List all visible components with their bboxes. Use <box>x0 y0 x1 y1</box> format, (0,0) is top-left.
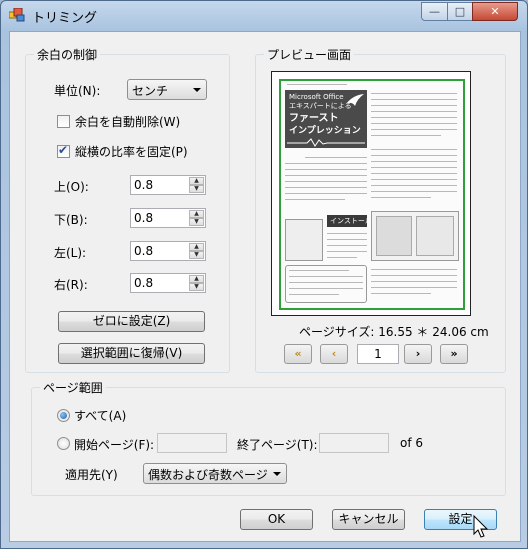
bird-logo-icon <box>346 94 364 106</box>
thumbnail-column-right-3 <box>371 267 459 303</box>
prev-page-button[interactable]: ‹ <box>320 344 348 364</box>
thumbnail-screenshot <box>371 211 459 261</box>
app-icon <box>8 7 25 22</box>
spin-down-icon[interactable]: ▼ <box>189 185 204 193</box>
last-page-button[interactable]: » <box>440 344 468 364</box>
all-pages-radio[interactable] <box>57 409 70 422</box>
thumbnail-section-title: インストール <box>330 217 372 225</box>
auto-remove-checkbox[interactable] <box>57 115 70 128</box>
page-number-input[interactable]: 1 <box>357 344 399 364</box>
end-page-label: 終了ページ(T): <box>237 438 318 452</box>
restore-selection-button[interactable]: 選択範囲に復帰(V) <box>58 343 205 364</box>
close-button[interactable]: ✕ <box>472 2 518 21</box>
unit-label: 単位(N): <box>54 84 101 98</box>
preview-group-title: プレビュー画面 <box>264 46 355 63</box>
mouse-cursor-icon <box>473 515 489 538</box>
thumbnail-header-line3: ファースト <box>289 113 339 124</box>
spin-down-icon[interactable]: ▼ <box>189 218 204 226</box>
chevron-down-icon <box>273 472 281 476</box>
next-page-button[interactable]: › <box>404 344 432 364</box>
right-margin-value: 0.8 <box>134 276 154 290</box>
spin-up-icon[interactable]: ▲ <box>189 210 204 218</box>
margin-group-title: 余白の制御 <box>34 46 101 63</box>
thumbnail-install-text <box>327 231 367 263</box>
thumbnail-figure-1 <box>285 219 323 261</box>
fix-aspect-checkbox[interactable] <box>57 143 70 158</box>
page-range-group-title: ページ範囲 <box>40 379 106 396</box>
spin-up-icon[interactable]: ▲ <box>189 275 204 283</box>
maximize-button[interactable]: □ <box>447 2 473 21</box>
thumbnail-column-right <box>371 91 459 143</box>
cancel-button[interactable]: キャンセル <box>332 509 405 530</box>
bottom-margin-value: 0.8 <box>134 211 154 225</box>
minimize-icon: — <box>429 5 440 18</box>
left-margin-stepper[interactable]: 0.8 ▲ ▼ <box>130 241 206 261</box>
double-chevron-right-icon: » <box>450 347 458 360</box>
right-margin-stepper[interactable]: 0.8 ▲ ▼ <box>130 273 206 293</box>
dialog-window: トリミング — □ ✕ 余白の制御 単位(N): センチ 余白を自動削除(W) … <box>0 0 528 549</box>
thumbnail-sidebar-box <box>285 265 367 303</box>
preview-canvas[interactable]: Microsoft Office エキスパートによる ファースト インプレッショ… <box>271 71 471 316</box>
left-margin-value: 0.8 <box>134 244 154 258</box>
page-size-label: ページサイズ: 16.55 ＊ 24.06 cm <box>299 325 489 339</box>
thumbnail-intro-text <box>285 155 367 215</box>
waveform-icon <box>287 138 365 147</box>
auto-remove-label[interactable]: 余白を自動削除(W) <box>75 113 180 130</box>
maximize-icon: □ <box>454 5 466 18</box>
right-margin-label: 右(R): <box>54 278 88 292</box>
first-page-button[interactable]: « <box>284 344 312 364</box>
thumbnail-header-line1: Microsoft Office <box>289 93 344 101</box>
left-margin-label: 左(L): <box>54 246 87 260</box>
apply-to-label: 適用先(Y) <box>65 468 118 482</box>
page-count-label: of 6 <box>400 436 424 450</box>
unit-select[interactable]: センチ <box>127 79 207 100</box>
thumbnail-column-right-2 <box>371 147 459 207</box>
preview-page: Microsoft Office エキスパートによる ファースト インプレッショ… <box>279 79 465 310</box>
top-margin-label: 上(O): <box>54 180 89 194</box>
thumbnail-section-heading: インストール <box>327 215 372 227</box>
unit-select-value: センチ <box>132 84 169 98</box>
start-page-label[interactable]: 開始ページ(F): <box>74 436 154 453</box>
all-pages-label[interactable]: すべて(A) <box>74 407 126 424</box>
chevron-down-icon <box>193 88 201 92</box>
set-zero-button[interactable]: ゼロに設定(Z) <box>58 311 205 332</box>
page-number-value: 1 <box>374 347 382 361</box>
top-margin-stepper[interactable]: 0.8 ▲ ▼ <box>130 175 206 195</box>
bottom-margin-stepper[interactable]: 0.8 ▲ ▼ <box>130 208 206 228</box>
close-icon: ✕ <box>490 5 500 18</box>
apply-to-select[interactable]: 偶数および奇数ページ <box>143 463 287 484</box>
spin-up-icon[interactable]: ▲ <box>189 243 204 251</box>
double-chevron-left-icon: « <box>294 347 302 360</box>
ok-button[interactable]: OK <box>240 509 313 530</box>
thumbnail-header-line4: インプレッション <box>289 126 361 136</box>
chevron-right-icon: › <box>415 347 421 360</box>
end-page-input[interactable] <box>319 433 389 453</box>
window-title: トリミング <box>32 11 98 26</box>
spin-down-icon[interactable]: ▼ <box>189 283 204 291</box>
minimize-button[interactable]: — <box>421 2 448 21</box>
page-range-radio[interactable] <box>57 437 70 450</box>
fix-aspect-label[interactable]: 縦横の比率を固定(P) <box>75 143 188 160</box>
apply-to-select-value: 偶数および奇数ページ <box>148 468 268 482</box>
thumbnail-header-line2: エキスパートによる <box>289 102 352 110</box>
bottom-margin-label: 下(B): <box>54 213 88 227</box>
dialog-body: 余白の制御 単位(N): センチ 余白を自動削除(W) 縦横の比率を固定(P) … <box>9 31 521 542</box>
top-margin-value: 0.8 <box>134 178 154 192</box>
title-bar[interactable]: トリミング — □ ✕ <box>1 1 527 29</box>
chevron-left-icon: ‹ <box>331 347 337 360</box>
spin-up-icon[interactable]: ▲ <box>189 177 204 185</box>
spin-down-icon[interactable]: ▼ <box>189 251 204 259</box>
start-page-input[interactable] <box>157 433 227 453</box>
